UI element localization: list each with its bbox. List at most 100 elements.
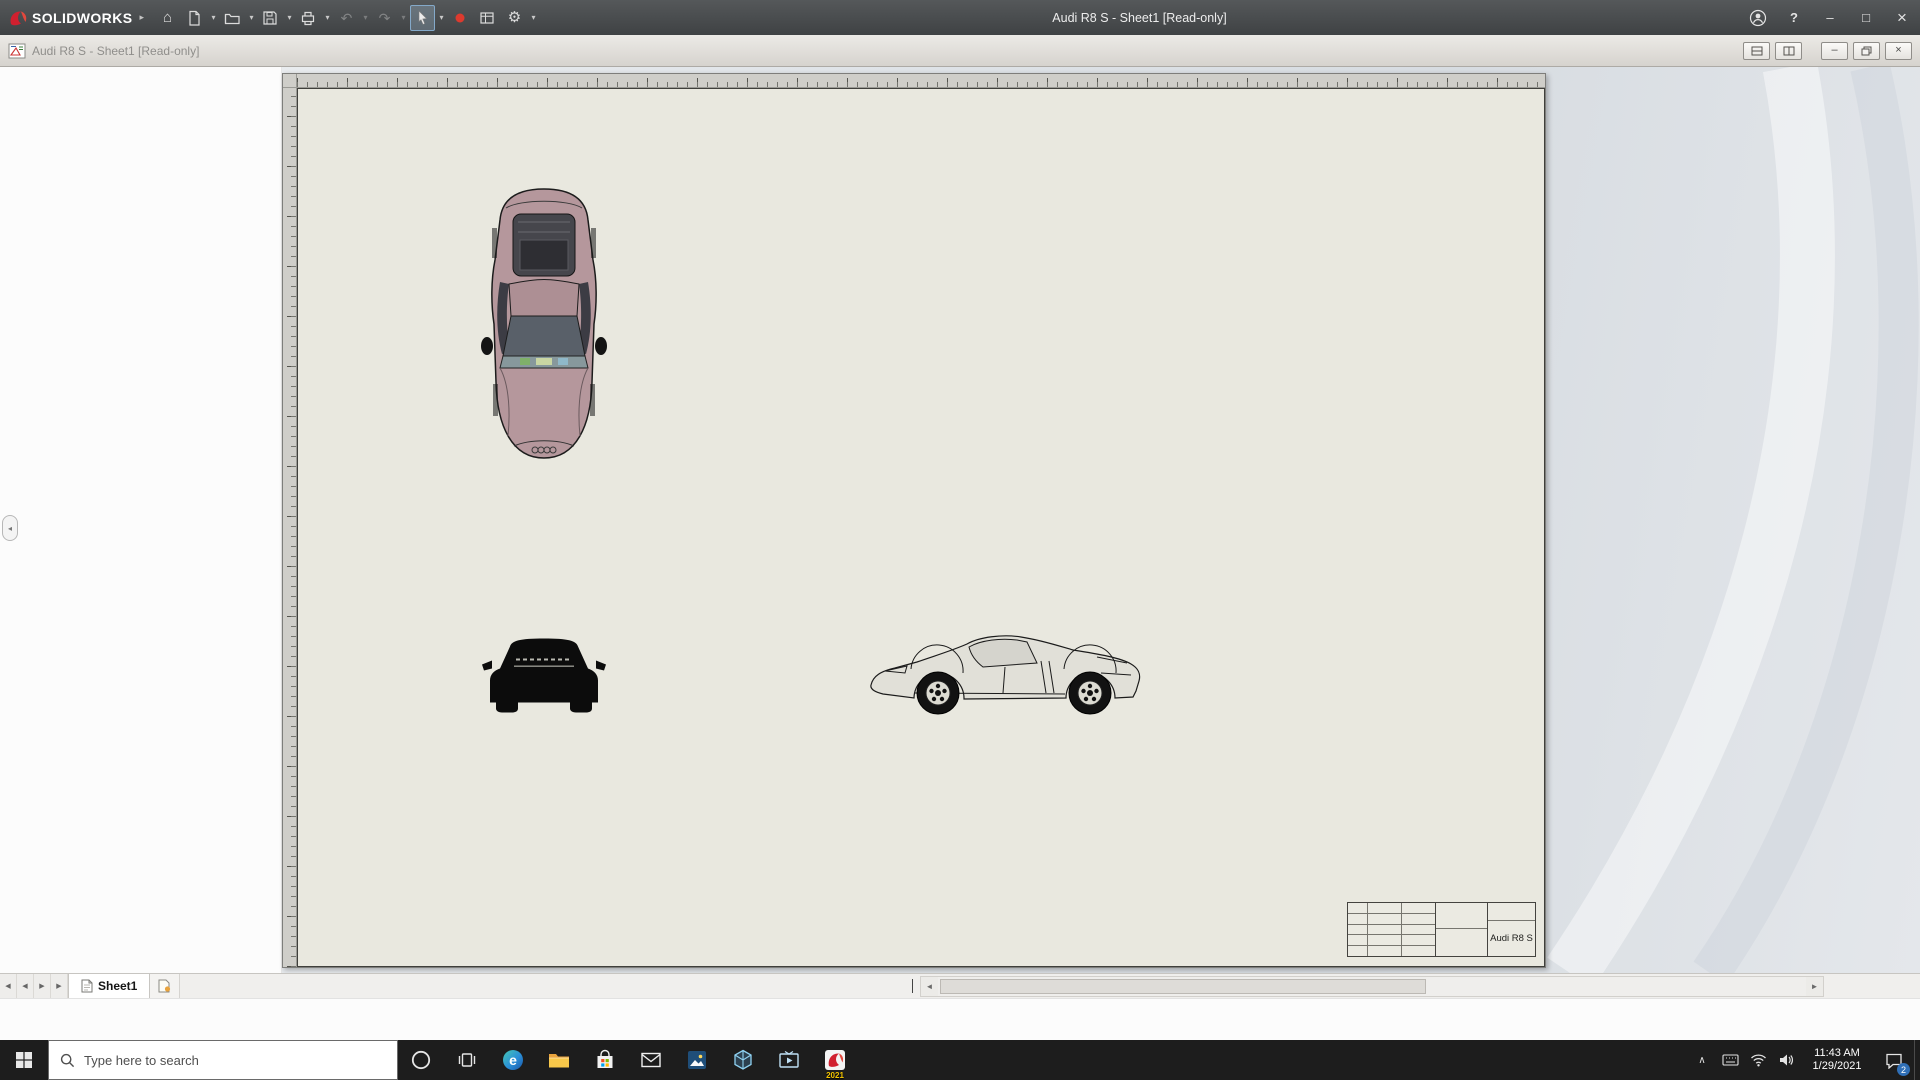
- sheet-paper[interactable]: Audi R8 S: [297, 88, 1545, 967]
- touch-keyboard-icon[interactable]: [1716, 1040, 1744, 1080]
- sheet-tab-bar: ◀ ◀ ▶ ▶ Sheet1 ◄ ►: [0, 973, 1920, 998]
- print-button[interactable]: [296, 5, 321, 31]
- cascade-windows-button[interactable]: [1775, 41, 1802, 60]
- record-macro-button[interactable]: [448, 5, 473, 31]
- brand-name: SOLIDWORKS: [32, 9, 133, 26]
- scroll-left-icon: ◄: [925, 982, 934, 991]
- home-icon: ⌂: [162, 9, 173, 26]
- solidworks-year-label: 2021: [826, 1071, 844, 1080]
- select-tool-button[interactable]: [409, 4, 435, 31]
- sheet-tab-label: Sheet1: [98, 979, 138, 993]
- cube-icon: [734, 1049, 752, 1070]
- save-button[interactable]: [258, 5, 283, 31]
- dropdown-caret[interactable]: ▾: [528, 5, 539, 31]
- scroll-right-button[interactable]: ►: [1806, 977, 1823, 996]
- dropdown-caret[interactable]: ▾: [398, 5, 409, 31]
- drawing-document-icon: [8, 43, 26, 58]
- first-sheet-button[interactable]: ◀: [0, 974, 17, 998]
- nav-first-icon: ◀: [5, 983, 11, 990]
- add-sheet-button[interactable]: [150, 974, 181, 998]
- part-name: Audi R8 S: [1490, 933, 1533, 944]
- threed-viewer-icon[interactable]: [720, 1040, 766, 1080]
- new-document-button[interactable]: [182, 5, 207, 31]
- dropdown-caret[interactable]: ▾: [436, 5, 447, 31]
- scrollbar-thumb[interactable]: [940, 979, 1427, 994]
- volume-icon[interactable]: [1772, 1040, 1800, 1080]
- task-view-button[interactable]: [444, 1040, 490, 1080]
- previous-sheet-button[interactable]: ◀: [17, 974, 34, 998]
- show-desktop-button[interactable]: [1914, 1040, 1920, 1080]
- system-tray: ∧ 11:43 AM 1/29/2021 2: [1688, 1040, 1920, 1080]
- doc-minimize-button[interactable]: –: [1821, 41, 1848, 60]
- doc-close-button[interactable]: ×: [1885, 41, 1912, 60]
- scroll-left-button[interactable]: ◄: [921, 977, 938, 996]
- notification-badge: 2: [1897, 1063, 1910, 1076]
- car-front-view: [482, 638, 606, 713]
- account-button[interactable]: [1740, 0, 1776, 35]
- help-button[interactable]: ?: [1776, 0, 1812, 35]
- sheet-properties-button[interactable]: [475, 5, 500, 31]
- taskbar-search[interactable]: Type here to search: [48, 1040, 398, 1080]
- home-button[interactable]: ⌂: [155, 5, 180, 31]
- status-bar: [0, 998, 1920, 1040]
- taskbar-clock[interactable]: 11:43 AM 1/29/2021: [1800, 1040, 1874, 1080]
- edge-icon[interactable]: e: [490, 1040, 536, 1080]
- save-icon: [263, 10, 278, 25]
- file-explorer-icon[interactable]: [536, 1040, 582, 1080]
- chevron-up-icon: ∧: [1698, 1054, 1706, 1066]
- store-icon[interactable]: [582, 1040, 628, 1080]
- mail-icon[interactable]: [628, 1040, 674, 1080]
- clock-date: 1/29/2021: [1812, 1060, 1862, 1072]
- close-icon: ×: [1895, 44, 1902, 56]
- restore-icon: [1861, 46, 1872, 55]
- clock-time: 11:43 AM: [1814, 1047, 1860, 1059]
- maximize-button[interactable]: □: [1848, 0, 1884, 35]
- ruler-corner: [283, 74, 297, 88]
- panel-collapse-handle[interactable]: ◂: [2, 515, 18, 541]
- task-view-icon: [458, 1053, 476, 1067]
- next-sheet-button[interactable]: ▶: [34, 974, 51, 998]
- doc-restore-button[interactable]: [1853, 41, 1880, 60]
- dropdown-caret[interactable]: ▾: [322, 5, 333, 31]
- hidden-icons-button[interactable]: ∧: [1688, 1040, 1716, 1080]
- open-button[interactable]: [220, 5, 245, 31]
- drawing-view-front[interactable]: [480, 631, 608, 719]
- scrollbar-track[interactable]: [938, 977, 1806, 996]
- cortana-button[interactable]: [398, 1040, 444, 1080]
- tile-windows-button[interactable]: [1743, 41, 1770, 60]
- movies-tv-icon[interactable]: [766, 1040, 812, 1080]
- folder-icon: [549, 1054, 569, 1068]
- nav-next-icon: ▶: [39, 983, 45, 990]
- action-center-button[interactable]: 2: [1874, 1040, 1914, 1080]
- undo-button[interactable]: ↶: [334, 5, 359, 31]
- dassault-logo-icon: [10, 10, 27, 25]
- solidworks-app-icon: [825, 1050, 845, 1070]
- document-titlebar: Audi R8 S - Sheet1 [Read-only] – ×: [0, 35, 1920, 67]
- close-icon: ×: [1897, 7, 1907, 27]
- start-button[interactable]: [0, 1040, 48, 1080]
- redo-button[interactable]: ↷: [372, 5, 397, 31]
- record-icon: [455, 13, 465, 22]
- open-folder-icon: [225, 13, 241, 24]
- network-icon[interactable]: [1744, 1040, 1772, 1080]
- drawing-view-side[interactable]: [865, 627, 1153, 719]
- tab-sheet1[interactable]: Sheet1: [68, 974, 151, 998]
- dropdown-caret[interactable]: ▾: [284, 5, 295, 31]
- solidworks-logo[interactable]: SOLIDWORKS ▸: [0, 9, 154, 27]
- brand-expand-arrow-icon[interactable]: ▸: [139, 12, 144, 23]
- search-icon: [60, 1053, 75, 1067]
- last-sheet-button[interactable]: ▶: [51, 974, 68, 998]
- dropdown-caret[interactable]: ▾: [246, 5, 257, 31]
- close-button[interactable]: ×: [1884, 0, 1920, 35]
- solidworks-taskbar-icon[interactable]: 2021: [812, 1040, 858, 1080]
- print-icon: [302, 11, 315, 25]
- minimize-button[interactable]: –: [1812, 0, 1848, 35]
- edge-logo-icon: e: [503, 1050, 523, 1070]
- photos-icon[interactable]: [674, 1040, 720, 1080]
- drawing-view-top[interactable]: [480, 186, 608, 461]
- dropdown-caret[interactable]: ▾: [360, 5, 371, 31]
- keyboard-icon: [1721, 1054, 1739, 1066]
- options-button[interactable]: ⚙: [502, 5, 527, 31]
- titlebar-controls: ? – □ ×: [1740, 0, 1920, 35]
- dropdown-caret[interactable]: ▾: [208, 5, 219, 31]
